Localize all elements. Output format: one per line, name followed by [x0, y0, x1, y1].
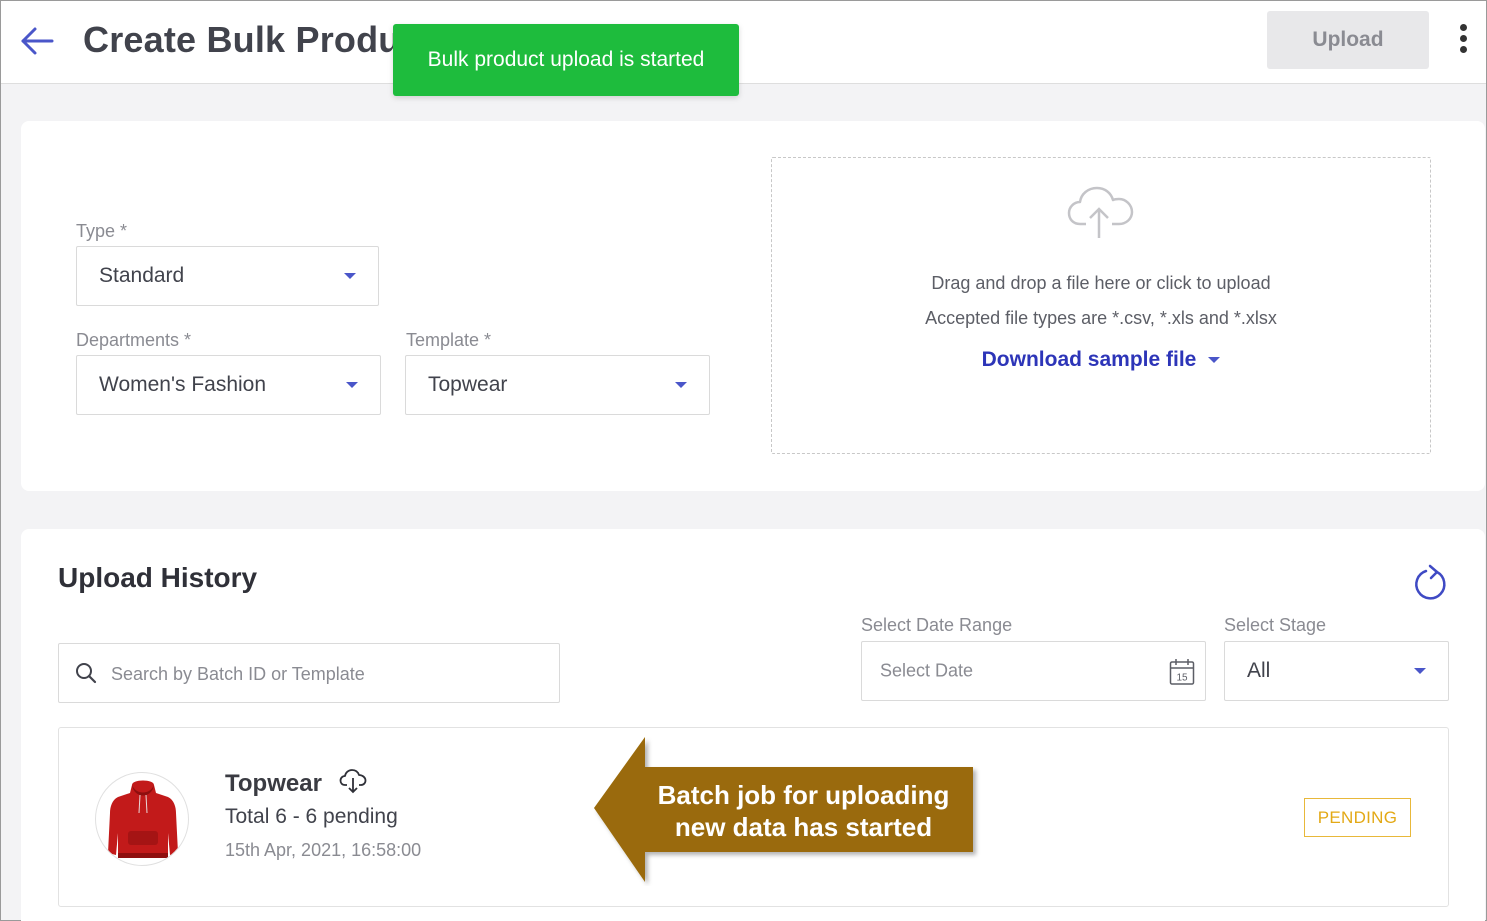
stage-label: Select Stage	[1224, 615, 1327, 635]
departments-select[interactable]: Women's Fashion	[76, 355, 381, 415]
stage-select[interactable]: All	[1224, 641, 1449, 701]
template-select-value: Topwear	[428, 373, 508, 396]
date-range-picker[interactable]: Select Date 15	[861, 641, 1206, 701]
calendar-day: 15	[1176, 673, 1188, 684]
chevron-down-icon	[346, 382, 358, 388]
search-field[interactable]	[58, 643, 560, 703]
chevron-down-icon	[675, 382, 687, 388]
type-label: Type *	[76, 221, 128, 241]
chevron-down-icon	[1414, 668, 1426, 674]
cloud-download-icon[interactable]	[339, 768, 367, 794]
download-sample-link[interactable]: Download sample file	[772, 348, 1430, 372]
search-input[interactable]	[111, 654, 541, 694]
batch-timestamp: 15th Apr, 2021, 16:58:00	[225, 840, 422, 860]
file-dropzone[interactable]: Drag and drop a file here or click to up…	[771, 157, 1431, 454]
batch-template-name: Topwear	[225, 770, 322, 797]
type-select-value: Standard	[99, 264, 185, 287]
dropzone-instructions: Drag and drop a file here or click to up…	[931, 273, 1271, 293]
calendar-icon: 15	[1169, 659, 1195, 685]
date-range-label: Select Date Range	[861, 615, 1013, 635]
annotation-text: Batch job for uploading new data has sta…	[591, 736, 981, 886]
upload-button[interactable]: Upload	[1267, 11, 1429, 69]
annotation-callout: Batch job for uploading new data has sta…	[591, 736, 981, 886]
page-title: Create Bulk Produ	[83, 19, 401, 60]
type-select[interactable]: Standard	[76, 246, 379, 306]
chevron-down-icon	[344, 273, 356, 279]
product-thumbnail	[95, 772, 189, 866]
success-toast: Bulk product upload is started	[393, 24, 739, 96]
cloud-upload-icon	[1066, 184, 1136, 240]
search-icon	[76, 663, 97, 684]
date-placeholder: Select Date	[880, 660, 974, 681]
annotation-line-1: Batch job for uploading	[657, 780, 950, 810]
back-arrow-icon[interactable]	[19, 23, 55, 59]
template-label: Template *	[406, 330, 492, 350]
status-badge: PENDING	[1304, 798, 1411, 837]
annotation-line-2: new data has started	[674, 812, 933, 842]
top-bar: Create Bulk Produ Upload	[1, 1, 1486, 84]
stage-select-value: All	[1247, 659, 1271, 682]
batch-total: Total 6 - 6 pending	[225, 805, 398, 828]
download-sample-label: Download sample file	[981, 348, 1197, 371]
refresh-icon[interactable]	[1411, 563, 1451, 603]
more-options-icon[interactable]	[1451, 21, 1475, 61]
template-select[interactable]: Topwear	[405, 355, 710, 415]
departments-select-value: Women's Fashion	[99, 373, 267, 396]
chevron-down-icon	[1208, 357, 1221, 364]
dropzone-file-types: Accepted file types are *.csv, *.xls and…	[925, 308, 1277, 328]
upload-history-title: Upload History	[58, 562, 258, 593]
departments-label: Departments *	[76, 330, 192, 350]
upload-form-card: Type * Standard Departments * Women's Fa…	[21, 121, 1485, 491]
